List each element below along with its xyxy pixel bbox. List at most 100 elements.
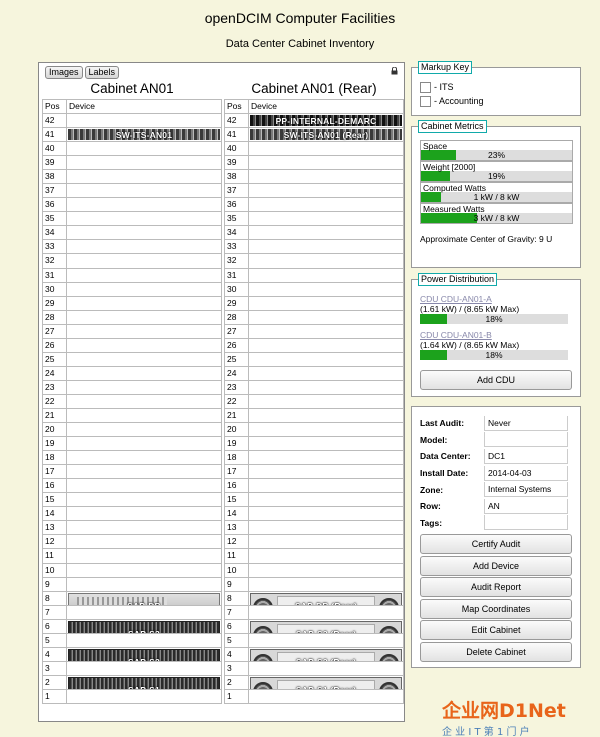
rack-row: 12 <box>42 534 222 550</box>
delete-cabinet-button[interactable]: Delete Cabinet <box>420 641 572 662</box>
device-sw-its-an01[interactable]: SW-ITS-AN01 <box>68 129 220 141</box>
info-value: Never <box>484 415 568 431</box>
rack-row: 33 <box>224 239 404 255</box>
device-slot <box>248 660 404 676</box>
rack-position: 8 <box>224 590 249 606</box>
device-sap-s3[interactable]: SAP-S3 <box>68 620 220 633</box>
device-slot <box>248 253 404 269</box>
device-slot <box>248 604 404 620</box>
device-header: Device <box>248 99 404 114</box>
rack-row: 21 <box>42 407 222 424</box>
device-sw-its-an01-rear[interactable]: SW-ITS-AN01 (Rear) <box>250 129 402 141</box>
labels-button[interactable]: Labels <box>84 66 120 79</box>
rack-position: 29 <box>224 295 249 311</box>
rack-position: 3 <box>224 660 249 676</box>
cabinet-metrics-panel: Cabinet Metrics Space 23% Weight [2000] 19%… <box>411 120 581 268</box>
device-sap-db[interactable]: SAP-DB <box>68 592 220 605</box>
rack-row: 24 <box>42 365 222 381</box>
rack-row: 21 <box>224 407 404 424</box>
rack-row: 18 <box>42 450 222 466</box>
device-sap-s1-rear[interactable]: SAP-S1 (Rear) <box>250 676 402 689</box>
pdu-link[interactable]: CDU CDU-AN01-B <box>420 330 492 340</box>
rack-row: 25 <box>42 351 222 367</box>
rack-position: 18 <box>224 450 249 466</box>
rack-row: 41 SW-ITS-AN01 <box>42 127 222 143</box>
rack-row: 8 SAP-DB <box>42 590 222 606</box>
rack-position: 12 <box>224 534 249 550</box>
rack-position: 5 <box>42 632 67 648</box>
info-row-tags: Tags: <box>420 515 580 532</box>
device-slot <box>66 155 222 171</box>
accounting-checkbox[interactable] <box>420 95 431 107</box>
pos-header: Pos <box>42 99 67 114</box>
pdu-link[interactable]: CDU CDU-AN01-A <box>420 294 492 304</box>
pdu-load-bar: 18% <box>420 314 568 324</box>
device-slot <box>66 520 222 536</box>
device-sap-s2-rear[interactable]: SAP-S2 (Rear) <box>250 648 402 661</box>
rack-row: 24 <box>224 365 404 381</box>
device-sap-s1[interactable]: SAP-S1 <box>68 676 220 689</box>
page-title: openDCIM Computer Facilities <box>204 10 396 26</box>
rack-position: 22 <box>224 393 249 409</box>
rack-row: 29 <box>224 295 404 311</box>
images-button[interactable]: Images <box>45 66 83 79</box>
fan-icon <box>253 681 273 689</box>
device-slot <box>66 295 222 311</box>
rack-row: 7 <box>224 604 404 620</box>
rack-row: 34 <box>224 225 404 241</box>
device-sap-s3-rear[interactable]: SAP-S3 (Rear) <box>250 620 402 633</box>
rack-row: 5 <box>224 632 404 648</box>
rack-row: 3 <box>42 660 222 676</box>
device-slot <box>248 436 404 452</box>
pos-header: Pos <box>224 99 249 114</box>
info-value: Internal Systems <box>484 482 568 498</box>
device-slot <box>66 492 222 508</box>
device-sap-s2[interactable]: SAP-S2 <box>68 648 220 661</box>
device-pp-internal-demarc[interactable]: PP-INTERNAL-DEMARC <box>250 115 402 127</box>
rack-row: 5 <box>42 632 222 648</box>
rack-row: 8 SAP-DB (Rear) <box>224 590 404 606</box>
rack-row: 28 <box>224 309 404 325</box>
rack-row: 2 SAP-S1 <box>42 674 222 690</box>
rack-row: 28 <box>42 309 222 325</box>
markup-item-its[interactable]: - ITS <box>420 80 580 94</box>
rack-position: 7 <box>224 604 249 620</box>
pdu-cdu-cdu-an01-a: CDU CDU-AN01-A (1.61 kW) / (8.65 kW Max) 1… <box>412 294 580 324</box>
device-slot <box>66 197 222 213</box>
rack-position: 39 <box>224 155 249 171</box>
rack-position: 19 <box>42 436 67 452</box>
rack-position: 15 <box>224 492 249 508</box>
rack-row: 42 <box>42 112 222 129</box>
device-sap-db-rear[interactable]: SAP-DB (Rear) <box>250 592 402 605</box>
rack-row: 16 <box>224 478 404 494</box>
info-key: Last Audit: <box>420 418 465 429</box>
add-cdu-button[interactable]: Add CDU <box>420 370 572 390</box>
device-slot <box>66 337 222 353</box>
its-checkbox[interactable] <box>420 81 431 93</box>
add-device-button[interactable]: Add Device <box>420 555 572 576</box>
rack-position: 25 <box>42 351 67 367</box>
lock-icon[interactable] <box>391 67 398 75</box>
device-slot <box>248 450 404 466</box>
cabinet-rear-table: Pos Device 42 PP-INTERNAL-DEMARC 41 SW-ITS-A… <box>224 99 404 704</box>
audit-report-button[interactable]: Audit Report <box>420 577 572 598</box>
device-slot <box>248 211 404 227</box>
device-slot <box>66 660 222 676</box>
device-label: SW-ITS-AN01 (Rear) <box>283 130 369 141</box>
certify-audit-button[interactable]: Certify Audit <box>420 534 572 555</box>
markup-item-accounting[interactable]: - Accounting <box>420 94 580 108</box>
rack-position: 25 <box>224 351 249 367</box>
device-slot <box>248 478 404 494</box>
rack-row: 41 SW-ITS-AN01 (Rear) <box>224 127 404 143</box>
rack-position: 7 <box>42 604 67 620</box>
metric-measured-watts: Measured Watts 3 kW / 8 kW <box>420 203 573 224</box>
rack-row: 34 <box>42 225 222 241</box>
rack-row: 25 <box>224 351 404 367</box>
rack-position: 42 <box>42 112 67 129</box>
fan-icon <box>253 597 273 605</box>
rack-position: 26 <box>42 337 67 353</box>
edit-cabinet-button[interactable]: Edit Cabinet <box>420 620 572 641</box>
rack-position: 2 <box>224 674 249 690</box>
device-slot <box>248 169 404 185</box>
map-coordinates-button[interactable]: Map Coordinates <box>420 598 572 619</box>
